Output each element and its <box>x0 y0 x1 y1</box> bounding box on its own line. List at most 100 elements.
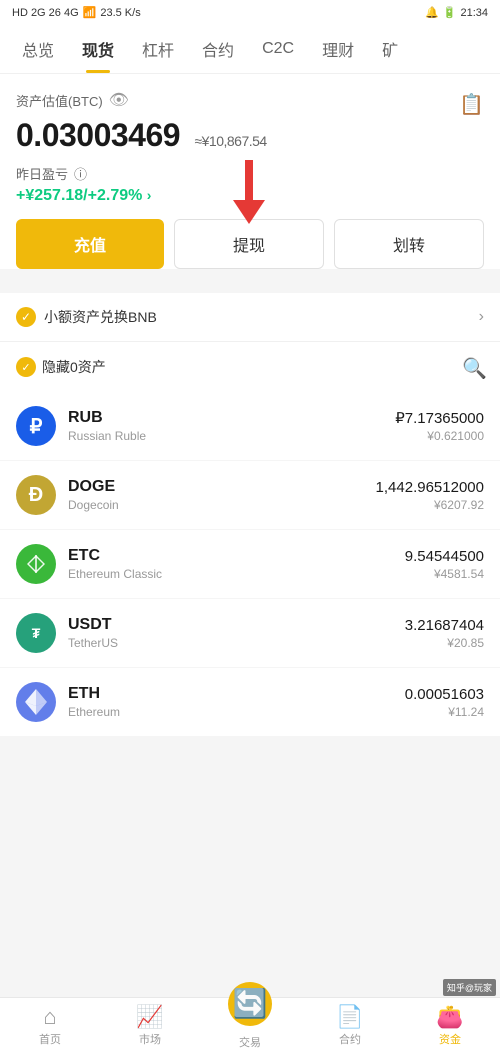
etc-name: Ethereum Classic <box>68 567 405 581</box>
etc-amount-primary: 9.54544500 <box>405 548 484 565</box>
trade-icon: 🔄 <box>228 982 272 1026</box>
asset-item-eth[interactable]: ETH Ethereum 0.00051603 ¥11.24 <box>0 668 500 737</box>
alarm-icon: 🔔 <box>425 6 439 19</box>
bottom-navigation: ⌂ 首页 📈 市场 🔄 交易 📄 合约 👛 资金 <box>0 997 500 1056</box>
deposit-button[interactable]: 充值 <box>16 219 164 269</box>
pnl-amount: +¥257.18/+2.79% <box>16 187 142 204</box>
nav-mining[interactable]: 矿 <box>368 25 412 73</box>
pnl-row: 昨日盈亏 ⓘ <box>16 164 484 183</box>
usdt-info: USDT TetherUS <box>68 616 405 650</box>
speed-info: 23.5 K/s <box>100 7 140 19</box>
eye-toggle-icon[interactable]: 👁 <box>109 90 129 110</box>
asset-item-usdt[interactable]: ₮ USDT TetherUS 3.21687404 ¥20.85 <box>0 599 500 668</box>
action-buttons: 充值 提现 划转 <box>16 219 484 269</box>
funds-label: 资金 <box>439 1031 461 1047</box>
usdt-symbol-text: USDT <box>68 616 405 634</box>
asset-header-row: 资产估值(BTC) 👁 📋 <box>16 90 484 117</box>
etc-symbol-text: ETC <box>68 547 405 565</box>
usdt-icon: ₮ <box>16 613 56 653</box>
etc-amounts: 9.54544500 ¥4581.54 <box>405 548 484 581</box>
hide-check-icon: ✓ <box>16 357 36 377</box>
search-icon[interactable]: 🔍 <box>462 356 484 378</box>
bnb-banner-left: ✓ 小额资产兑换BNB <box>16 307 157 327</box>
watermark: 知乎@玩家 <box>443 979 496 996</box>
home-icon: ⌂ <box>43 1006 56 1028</box>
nav-spot[interactable]: 现货 <box>68 25 128 73</box>
rub-name: Russian Ruble <box>68 429 395 443</box>
transfer-button[interactable]: 划转 <box>334 219 484 269</box>
usdt-amount-primary: 3.21687404 <box>405 617 484 634</box>
assets-header: ✓ 隐藏0资产 🔍 <box>0 342 500 392</box>
bottom-nav-contracts[interactable]: 📄 合约 <box>300 998 400 1056</box>
doge-symbol: Ð <box>29 484 43 507</box>
eth-amount-cny: ¥11.24 <box>405 705 484 719</box>
asset-label: 资产估值(BTC) 👁 <box>16 90 129 110</box>
bnb-check-icon: ✓ <box>16 307 36 327</box>
bottom-nav-funds[interactable]: 👛 资金 <box>400 998 500 1056</box>
bottom-nav-trade[interactable]: 🔄 交易 <box>200 998 300 1056</box>
bottom-nav-market[interactable]: 📈 市场 <box>100 998 200 1056</box>
rub-info: RUB Russian Ruble <box>68 409 395 443</box>
rub-symbol: ₽ <box>30 414 43 439</box>
rub-amount-primary: ₽7.17365000 <box>395 409 484 427</box>
eth-amounts: 0.00051603 ¥11.24 <box>405 686 484 719</box>
pnl-info-icon[interactable]: ⓘ <box>74 164 87 183</box>
pnl-value: +¥257.18/+2.79% › <box>16 187 484 205</box>
etc-diamond-icon <box>24 552 48 576</box>
cny-approx: ≈¥10,867.54 <box>194 133 266 149</box>
nav-c2c[interactable]: C2C <box>248 28 308 70</box>
rub-icon: ₽ <box>16 406 56 446</box>
eth-symbol-text: ETH <box>68 685 405 703</box>
withdraw-label: 提现 <box>233 238 265 255</box>
nav-futures[interactable]: 合约 <box>188 25 248 73</box>
etc-amount-cny: ¥4581.54 <box>405 567 484 581</box>
status-bar: HD 2G 26 4G 📶 23.5 K/s 🔔 🔋 21:34 <box>0 0 500 25</box>
market-icon: 📈 <box>136 1006 163 1028</box>
hide-assets-toggle[interactable]: ✓ 隐藏0资产 <box>16 357 106 377</box>
trade-label: 交易 <box>239 1034 261 1050</box>
bnb-banner[interactable]: ✓ 小额资产兑换BNB › <box>0 293 500 342</box>
network-info: HD 2G 26 4G <box>12 7 79 19</box>
etc-icon <box>16 544 56 584</box>
asset-list: ₽ RUB Russian Ruble ₽7.17365000 ¥0.62100… <box>0 392 500 737</box>
doge-amounts: 1,442.96512000 ¥6207.92 <box>376 479 484 512</box>
section-divider <box>0 285 500 293</box>
usdt-amounts: 3.21687404 ¥20.85 <box>405 617 484 650</box>
asset-label-text: 资产估值(BTC) <box>16 91 103 110</box>
doge-icon: Ð <box>16 475 56 515</box>
doge-amount-primary: 1,442.96512000 <box>376 479 484 496</box>
eth-name: Ethereum <box>68 705 405 719</box>
wifi-icon: 📶 <box>83 6 97 19</box>
status-left: HD 2G 26 4G 📶 23.5 K/s <box>12 6 141 19</box>
asset-item-etc[interactable]: ETC Ethereum Classic 9.54544500 ¥4581.54 <box>0 530 500 599</box>
btc-value: 0.03003469 ≈¥10,867.54 <box>16 117 484 154</box>
btc-amount: 0.03003469 <box>16 117 180 153</box>
history-icon[interactable]: 📋 <box>459 92 484 117</box>
market-label: 市场 <box>139 1031 161 1047</box>
asset-label-row: 资产估值(BTC) 👁 <box>16 90 129 116</box>
bnb-chevron-icon: › <box>479 308 484 326</box>
main-content: 资产估值(BTC) 👁 📋 0.03003469 ≈¥10,867.54 昨日盈… <box>0 74 500 269</box>
usdt-name: TetherUS <box>68 636 405 650</box>
time-display: 21:34 <box>460 7 488 19</box>
nav-finance[interactable]: 理财 <box>308 25 368 73</box>
rub-symbol-text: RUB <box>68 409 395 427</box>
nav-leverage[interactable]: 杠杆 <box>128 25 188 73</box>
asset-item-doge[interactable]: Ð DOGE Dogecoin 1,442.96512000 ¥6207.92 <box>0 461 500 530</box>
rub-amounts: ₽7.17365000 ¥0.621000 <box>395 409 484 443</box>
bottom-nav-home[interactable]: ⌂ 首页 <box>0 998 100 1056</box>
funds-icon: 👛 <box>436 1006 463 1028</box>
pnl-label: 昨日盈亏 <box>16 164 68 183</box>
top-navigation: 总览 现货 杠杆 合约 C2C 理财 矿 <box>0 25 500 74</box>
asset-item-rub[interactable]: ₽ RUB Russian Ruble ₽7.17365000 ¥0.62100… <box>0 392 500 461</box>
doge-amount-cny: ¥6207.92 <box>376 498 484 512</box>
doge-name: Dogecoin <box>68 498 376 512</box>
eth-info: ETH Ethereum <box>68 685 405 719</box>
nav-overview[interactable]: 总览 <box>8 25 68 73</box>
status-right: 🔔 🔋 21:34 <box>425 6 488 19</box>
home-label: 首页 <box>39 1031 61 1047</box>
usdt-symbol: ₮ <box>32 625 41 641</box>
withdraw-button[interactable]: 提现 <box>174 219 324 269</box>
usdt-amount-cny: ¥20.85 <box>405 636 484 650</box>
battery-icon: 🔋 <box>443 6 457 19</box>
